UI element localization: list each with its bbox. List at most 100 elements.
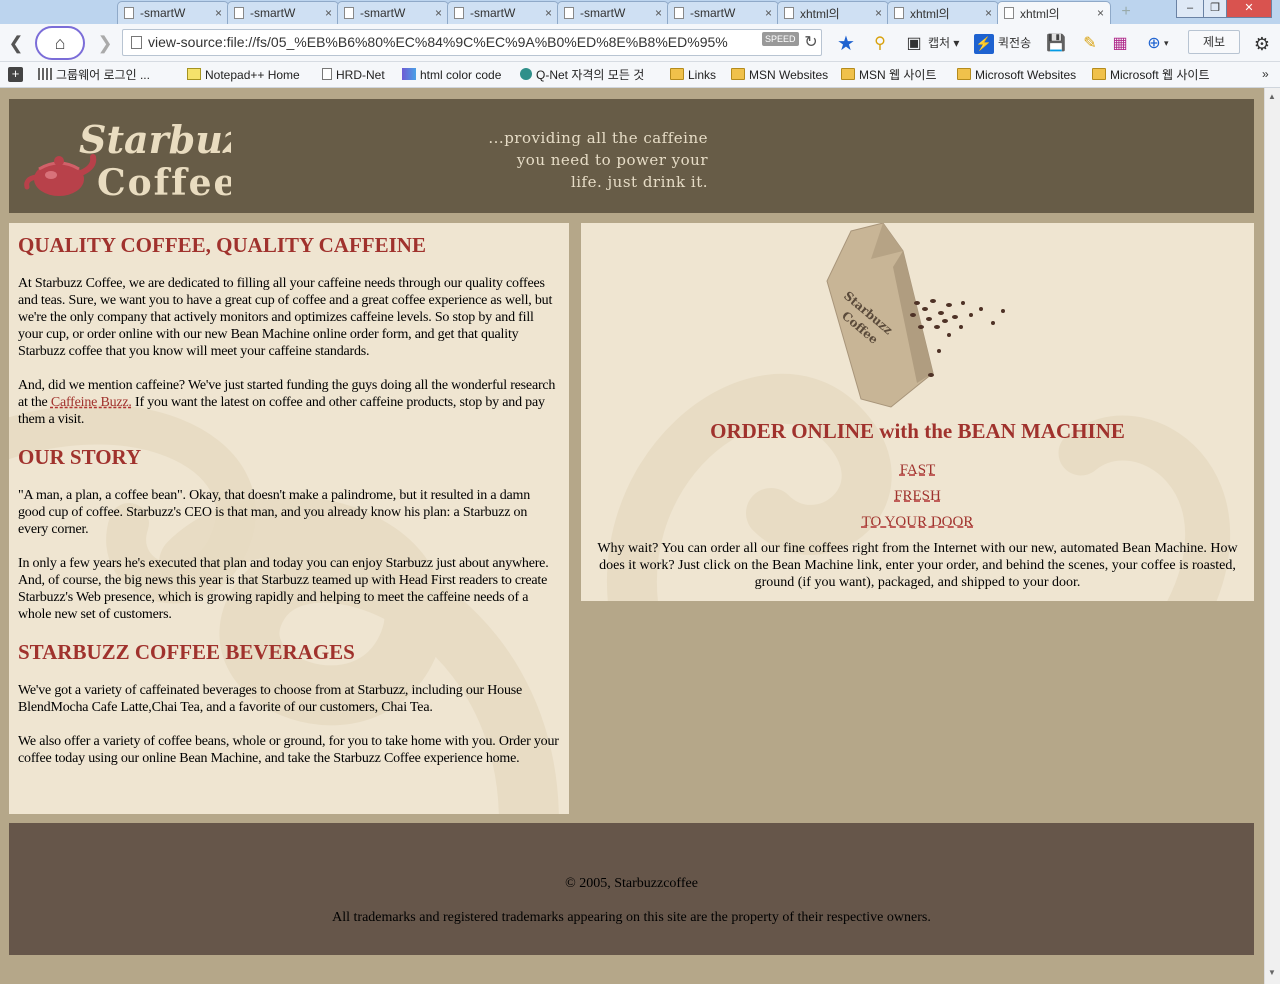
logo-text-coffee: Coffee	[97, 162, 231, 203]
bookmark-item[interactable]: Microsoft Websites	[957, 67, 1076, 83]
page-icon	[564, 7, 574, 19]
zoom-icon[interactable]: ⊕	[1144, 34, 1164, 54]
browser-tab[interactable]: -smartW ×	[117, 1, 229, 24]
main-content: QUALITY COFFEE, QUALITY CAFFEINE At Star…	[9, 223, 569, 814]
scroll-down-icon[interactable]: ▼	[1268, 968, 1276, 977]
close-icon[interactable]: ×	[765, 6, 772, 20]
browser-tab[interactable]: -smartW ×	[667, 1, 779, 24]
fresh-link[interactable]: FRESH	[894, 488, 941, 504]
order-link-fast-row: FAST	[581, 462, 1254, 479]
order-link-door-row: TO YOUR DOOR	[581, 514, 1254, 531]
forward-button[interactable]: ❯	[92, 30, 118, 56]
page-icon	[322, 68, 332, 80]
capture-icon[interactable]: ▣	[904, 34, 924, 54]
paragraph-caffeine-buzz: And, did we mention caffeine? We've just…	[18, 377, 560, 428]
extension-icon[interactable]: ▦	[1110, 34, 1130, 54]
bookmark-item[interactable]: MSN Websites	[731, 67, 828, 83]
teapot-icon	[24, 154, 97, 196]
apps-plus-icon[interactable]: +	[8, 67, 23, 82]
minimize-button[interactable]: –	[1176, 0, 1204, 18]
bookmark-label: Notepad++ Home	[205, 68, 300, 82]
address-bar[interactable]: view-source:file://fs/05_%EB%B6%80%EC%84…	[122, 29, 822, 56]
browser-tab[interactable]: xhtml의 ×	[887, 1, 999, 24]
bookmark-item[interactable]: 그룹웨어 로그인 ...	[38, 67, 150, 83]
bookmarks-bar: + 그룹웨어 로그인 ... Notepad++ Home HRD-Net html …	[0, 62, 1280, 88]
close-icon[interactable]: ×	[1097, 6, 1104, 20]
trademark-text: All trademarks and registered trademarks…	[332, 910, 931, 925]
tab-title: -smartW	[690, 6, 736, 20]
bookmark-item[interactable]: Links	[670, 67, 716, 83]
order-link-fresh-row: FRESH	[581, 488, 1254, 505]
home-button[interactable]: ⌂	[35, 26, 85, 60]
fast-link[interactable]: FAST	[900, 462, 936, 478]
quick-send-icon[interactable]: ⚡	[974, 34, 994, 54]
settings-gear-icon[interactable]: ⚙	[1252, 34, 1272, 54]
speed-badge: SPEED	[762, 32, 799, 46]
color-grid-icon	[402, 68, 416, 80]
vertical-scrollbar[interactable]: ▲ ▼	[1264, 88, 1280, 984]
close-icon[interactable]: ×	[655, 6, 662, 20]
bookmark-label: Microsoft Websites	[975, 68, 1077, 82]
browser-tab[interactable]: xhtml의 ×	[997, 1, 1111, 24]
grid-page-icon	[38, 68, 52, 80]
tab-title: -smartW	[580, 6, 626, 20]
bookmark-item[interactable]: Q-Net 자격의 모든 것	[520, 67, 644, 83]
close-icon[interactable]: ×	[215, 6, 222, 20]
tab-strip: -smartW × -smartW × -smartW × -smartW × -smartW ×…	[0, 0, 1280, 24]
memo-icon[interactable]: ✎	[1080, 34, 1100, 54]
tab-title: xhtml의	[800, 6, 840, 21]
key-icon[interactable]: ⚲	[870, 34, 890, 54]
capture-label: 캡처	[928, 36, 951, 50]
scroll-up-icon[interactable]: ▲	[1268, 92, 1276, 101]
folder-icon	[670, 68, 684, 80]
section-heading-quality: QUALITY COFFEE, QUALITY CAFFEINE	[18, 233, 426, 257]
close-icon[interactable]: ×	[985, 6, 992, 20]
save-icon[interactable]: 💾	[1046, 34, 1066, 54]
bookmark-label: Q-Net 자격의 모든 것	[536, 68, 645, 82]
bookmarks-more-button[interactable]: »	[1262, 67, 1269, 81]
page-icon	[894, 7, 904, 19]
bookmark-item[interactable]: Notepad++ Home	[187, 67, 300, 83]
section-heading-our-story: OUR STORY	[18, 445, 142, 469]
report-button[interactable]: 제보	[1188, 30, 1240, 54]
to-your-door-link[interactable]: TO YOUR DOOR	[862, 514, 974, 530]
capture-button[interactable]: 캡처 ▾	[928, 32, 959, 54]
bookmark-item[interactable]: html color code	[402, 67, 501, 83]
star-bookmark-icon[interactable]: ★	[836, 34, 856, 54]
page-viewport: Starbuzz Coffee ...providing all the caf…	[0, 88, 1264, 984]
bookmark-item[interactable]: HRD-Net	[322, 67, 385, 83]
order-description: Why wait? You can order all our fine cof…	[597, 541, 1238, 590]
browser-tab[interactable]: xhtml의 ×	[777, 1, 889, 24]
page-icon	[131, 36, 142, 49]
page-icon	[674, 7, 684, 19]
bookmark-label: Links	[688, 68, 717, 82]
close-icon[interactable]: ×	[435, 6, 442, 20]
quick-send-label[interactable]: 퀵전송	[998, 32, 1031, 54]
paragraph: We've got a variety of caffeinated bever…	[18, 683, 523, 715]
browser-tab[interactable]: -smartW ×	[557, 1, 669, 24]
close-icon[interactable]: ×	[325, 6, 332, 20]
page-icon	[234, 7, 244, 19]
folder-icon	[957, 68, 971, 80]
back-button[interactable]: ❮	[3, 30, 29, 56]
tab-title: -smartW	[360, 6, 406, 20]
browser-tab[interactable]: -smartW ×	[447, 1, 559, 24]
window-close-button[interactable]: ✕	[1226, 0, 1272, 18]
browser-tab[interactable]: -smartW ×	[337, 1, 449, 24]
tagline-line-2: you need to power your	[516, 151, 708, 169]
close-icon[interactable]: ×	[875, 6, 882, 20]
maximize-button[interactable]: ❐	[1203, 0, 1227, 18]
new-tab-button[interactable]: +	[1116, 3, 1136, 21]
copyright-text: © 2005, Starbuzzcoffee	[565, 876, 698, 891]
close-icon[interactable]: ×	[545, 6, 552, 20]
reload-icon[interactable]: ↻	[798, 30, 824, 56]
page-icon	[344, 7, 354, 19]
bookmark-item[interactable]: MSN 웹 사이트	[841, 67, 937, 83]
caffeine-buzz-link[interactable]: Caffeine Buzz.	[51, 395, 132, 410]
bookmark-label: html color code	[420, 68, 502, 82]
browser-tab[interactable]: -smartW ×	[227, 1, 339, 24]
zoom-dropdown-icon[interactable]: ▾	[1164, 32, 1169, 54]
report-label: 제보	[1202, 35, 1226, 49]
paragraph: In only a few years he's executed that p…	[18, 556, 549, 622]
bookmark-item[interactable]: Microsoft 웹 사이트	[1092, 67, 1210, 83]
